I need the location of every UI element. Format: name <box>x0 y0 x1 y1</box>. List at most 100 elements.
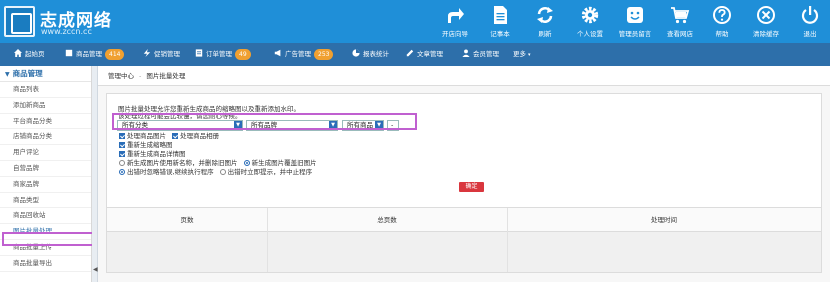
radio[interactable] <box>119 160 125 166</box>
goods-count-badge: 414 <box>105 49 125 60</box>
radio-label: 出错时忽略错误,继续执行程序 <box>127 168 214 176</box>
nav-item-orders[interactable]: 订单管理 49 <box>195 43 251 66</box>
column-header-page: 页数 <box>180 216 194 224</box>
help-icon <box>713 6 731 24</box>
brand-select[interactable]: 所有品牌 ▼ <box>246 120 338 131</box>
radio-label: 新生成图片覆盖旧图片 <box>251 159 317 167</box>
checkbox-row-1: 处理商品图片 处理商品相册 <box>119 132 219 141</box>
nav-item-articles[interactable]: 文章管理 <box>406 43 443 66</box>
process-images-option[interactable]: 处理商品图片 <box>119 132 166 140</box>
breadcrumb-root[interactable]: 管理中心 <box>108 72 134 80</box>
nav-label: 广告管理 <box>285 50 311 58</box>
open-shop-guide-button[interactable]: 开店向导 <box>437 0 473 43</box>
sidebar-item-batch-upload[interactable]: 商品批量上传 <box>0 240 91 256</box>
category-select[interactable]: 所有分类 ▼ <box>117 120 243 131</box>
caret-down-icon: ▼ <box>5 71 10 78</box>
refresh-icon <box>537 7 553 23</box>
sidebar: ▼ 商品管理 商品列表 添加新商品 平台商品分类 店铺商品分类 用户评论 自营品牌… <box>0 66 92 282</box>
topbar-label: 退出 <box>803 30 817 38</box>
category-select-value: 所有分类 <box>122 121 148 129</box>
sidebar-item-user-comments[interactable]: 用户评论 <box>0 145 91 161</box>
checkbox-label: 重新生成商品详情图 <box>127 150 186 158</box>
checkbox[interactable] <box>119 142 125 148</box>
sidebar-item-recycle-bin[interactable]: 商品回收站 <box>0 208 91 225</box>
view-shop-button[interactable]: 查看网店 <box>662 0 698 43</box>
sidebar-item-merchant-brands[interactable]: 商家品牌 <box>0 177 91 193</box>
sidebar-item-batch-images[interactable]: 图片批量处理 <box>0 224 91 240</box>
regen-thumbnail-option[interactable]: 重新生成缩略图 <box>119 141 173 150</box>
bolt-icon <box>143 49 151 57</box>
topbar-label: 管理员留言 <box>618 30 652 38</box>
sidebar-heading-label: 商品管理 <box>12 69 43 78</box>
regen-detail-option[interactable]: 重新生成商品详情图 <box>119 150 186 159</box>
new-name-radio[interactable]: 新生成图片使用新名称，并删除旧图片 <box>119 159 238 167</box>
checkbox[interactable] <box>172 133 179 139</box>
sidebar-item-goods-types[interactable]: 商品类型 <box>0 193 91 209</box>
sidebar-item-add-goods[interactable]: 添加新商品 <box>0 98 91 114</box>
sidebar-item-own-brands[interactable]: 自营品牌 <box>0 161 91 177</box>
breadcrumb-separator: - <box>139 72 142 80</box>
gear-icon <box>581 6 599 24</box>
checkbox[interactable] <box>119 133 125 139</box>
column-header-total-pages: 总页数 <box>377 216 397 224</box>
notepad-button[interactable]: 记事本 <box>482 0 518 43</box>
checkbox-label: 处理商品相册 <box>180 132 220 140</box>
goods-select[interactable]: 所有商品 ▼ <box>342 120 384 131</box>
ignore-errors-radio[interactable]: 出错时忽略错误,继续执行程序 <box>119 168 214 176</box>
chevron-down-icon: ▾ <box>528 52 531 58</box>
radio[interactable] <box>219 169 226 175</box>
topbar-label: 开店向导 <box>442 30 468 38</box>
brand-select-value: 所有品牌 <box>251 121 277 129</box>
ads-count-badge: 253 <box>314 49 334 60</box>
clear-cache-button[interactable]: 清除缓存 <box>748 0 784 43</box>
personal-settings-button[interactable]: 个人设置 <box>572 0 608 43</box>
chevron-down-icon: ▼ <box>329 121 337 130</box>
radio-label: 新生成图片使用新名称，并删除旧图片 <box>127 159 238 167</box>
chevron-down-icon: ▼ <box>375 121 383 130</box>
user-icon <box>462 49 470 57</box>
breadcrumb: 管理中心 - 图片批量处理 <box>98 66 830 86</box>
goods-extra-select[interactable]: - <box>387 120 399 131</box>
refresh-button[interactable]: 刷新 <box>527 0 563 43</box>
collapse-arrow-icon: ◀ <box>93 266 98 273</box>
nav-label: 商品管理 <box>76 50 102 58</box>
close-circle-icon <box>757 6 775 24</box>
nav-item-members[interactable]: 会员管理 <box>462 43 499 66</box>
goods-extra-value: - <box>391 121 394 129</box>
nav-item-home[interactable]: 起始页 <box>14 43 45 66</box>
nav-label: 起始页 <box>25 50 45 58</box>
admin-message-button[interactable]: 管理员留言 <box>617 0 653 43</box>
sidebar-item-batch-export[interactable]: 商品批量导出 <box>0 256 91 272</box>
article-icon <box>406 49 414 57</box>
topbar-label: 查看网店 <box>667 30 693 38</box>
help-button[interactable]: 帮助 <box>704 0 740 43</box>
notepad-icon <box>494 6 507 24</box>
radio[interactable] <box>119 169 125 175</box>
smiley-icon <box>627 7 643 23</box>
topbar-label: 记事本 <box>490 30 510 38</box>
column-divider <box>267 208 268 272</box>
nav-item-more[interactable]: 更多 ▾ <box>513 43 531 66</box>
logout-button[interactable]: 退出 <box>792 0 828 43</box>
nav-item-ads[interactable]: 广告管理 253 <box>274 43 334 66</box>
radio[interactable] <box>243 160 250 166</box>
nav-item-goods[interactable]: 商品管理 414 <box>65 43 125 66</box>
sidebar-item-shop-category[interactable]: 店铺商品分类 <box>0 129 91 146</box>
radio-label: 出错时立即提示，并中止程序 <box>227 168 313 176</box>
stop-on-error-radio[interactable]: 出错时立即提示，并中止程序 <box>219 168 313 176</box>
intro-note: 该处理过程可能会比较慢，请您耐心等候。 <box>118 112 242 120</box>
nav-item-reports[interactable]: 报表统计 <box>352 43 389 66</box>
nav-item-promotion[interactable]: 促销管理 <box>143 43 180 66</box>
sidebar-item-goods-list[interactable]: 商品列表 <box>0 82 91 98</box>
goods-icon <box>65 49 73 57</box>
confirm-button[interactable]: 确定 <box>459 182 484 192</box>
logo-icon <box>4 6 35 37</box>
nav-label: 订单管理 <box>206 50 232 58</box>
checkbox[interactable] <box>119 151 125 157</box>
topbar-label: 清除缓存 <box>753 30 779 38</box>
brand-logo[interactable]: 志成网络 www.zccn.cc <box>4 5 144 39</box>
process-gallery-option[interactable]: 处理商品相册 <box>172 132 219 140</box>
sidebar-item-platform-category[interactable]: 平台商品分类 <box>0 114 91 130</box>
sidebar-heading[interactable]: ▼ 商品管理 <box>0 66 91 82</box>
overwrite-radio[interactable]: 新生成图片覆盖旧图片 <box>243 159 317 167</box>
